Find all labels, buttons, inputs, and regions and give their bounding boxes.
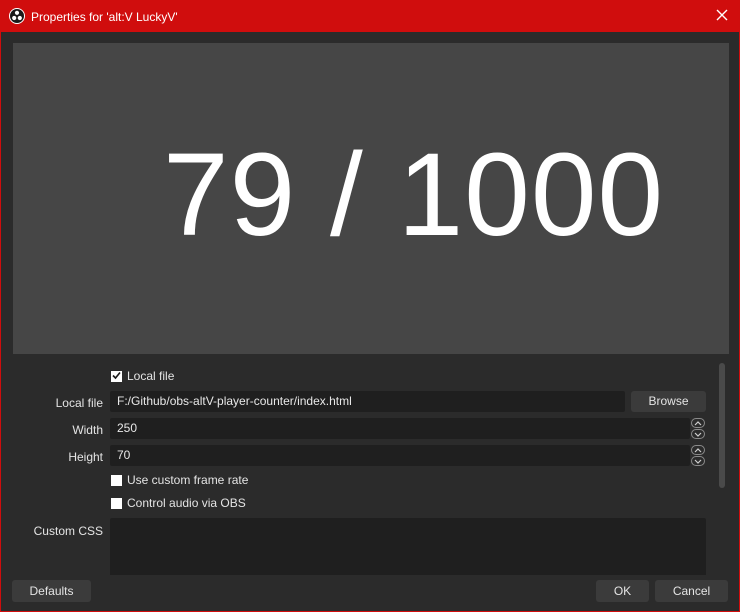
close-button[interactable] — [705, 1, 739, 32]
defaults-button[interactable]: Defaults — [12, 580, 91, 602]
custom-css-textarea[interactable] — [110, 518, 706, 575]
preview-counter-text: 79 / 1000 — [163, 129, 665, 261]
close-icon — [716, 9, 728, 24]
local-file-checkbox[interactable] — [111, 369, 122, 383]
control-audio-label: Control audio via OBS — [127, 496, 246, 510]
height-increment-button[interactable] — [691, 445, 705, 455]
local-file-checkbox-label: Local file — [127, 369, 175, 383]
local-file-checkbox-row[interactable]: Local file — [111, 368, 174, 384]
width-label: Width — [72, 423, 103, 437]
height-input[interactable]: 70 — [110, 445, 690, 466]
local-file-path-input[interactable]: F:/Github/obs-altV-player-counter/index.… — [110, 391, 625, 412]
width-input[interactable]: 250 — [110, 418, 690, 439]
local-file-label: Local file — [55, 396, 103, 410]
checkmark-icon — [112, 369, 121, 383]
window-title: Properties for 'alt:V LuckyV' — [31, 10, 178, 24]
custom-frame-rate-label: Use custom frame rate — [127, 473, 249, 487]
properties-dialog: Properties for 'alt:V LuckyV' 79 / 1000 … — [0, 0, 740, 612]
height-label: Height — [68, 450, 103, 464]
height-spinner — [691, 445, 705, 466]
control-audio-checkbox[interactable] — [111, 497, 122, 509]
cancel-button[interactable]: Cancel — [655, 580, 728, 602]
scrollbar-thumb[interactable] — [719, 363, 725, 488]
ok-button[interactable]: OK — [596, 580, 649, 602]
height-decrement-button[interactable] — [691, 456, 705, 466]
source-preview: 79 / 1000 — [13, 43, 729, 354]
properties-panel: Local file Local file F:/Github/obs-altV… — [13, 359, 729, 575]
width-spinner — [691, 418, 705, 439]
custom-frame-rate-row[interactable]: Use custom frame rate — [111, 472, 248, 488]
custom-css-label: Custom CSS — [33, 524, 103, 538]
width-decrement-button[interactable] — [691, 429, 705, 439]
browse-button[interactable]: Browse — [631, 391, 706, 412]
custom-frame-rate-checkbox[interactable] — [111, 474, 122, 486]
control-audio-row[interactable]: Control audio via OBS — [111, 495, 246, 511]
title-bar[interactable]: Properties for 'alt:V LuckyV' — [1, 1, 739, 32]
obs-logo-icon — [9, 8, 25, 24]
properties-scrollbar[interactable] — [717, 359, 727, 575]
width-increment-button[interactable] — [691, 418, 705, 428]
